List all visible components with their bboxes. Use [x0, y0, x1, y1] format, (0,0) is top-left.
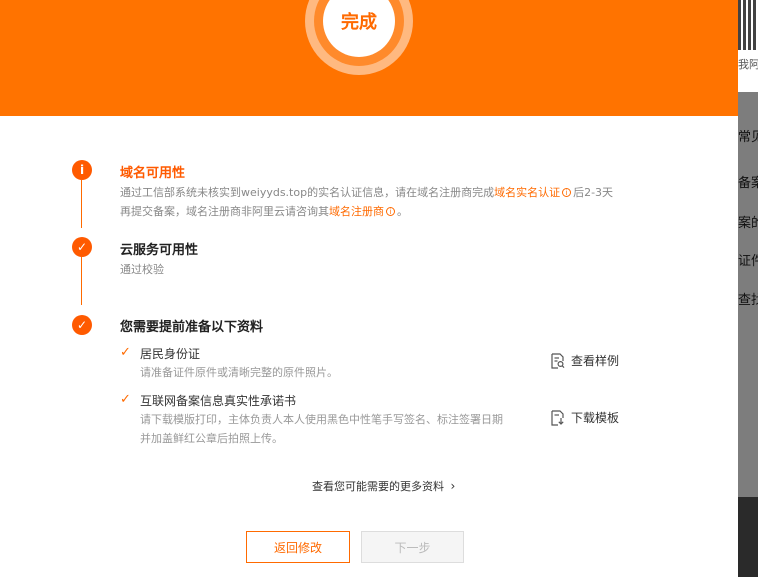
info-icon: i	[386, 207, 395, 216]
background-item: 证件	[738, 254, 758, 269]
step-connector	[81, 257, 82, 305]
check-icon: ✓	[72, 315, 92, 335]
real-name-link[interactable]: 域名实名认证	[494, 186, 560, 199]
next-step-button[interactable]: 下一步	[361, 531, 464, 563]
material-title: 居民身份证	[140, 347, 201, 361]
step-description: 通过工信部系统未核实到weiyyds.top的实名认证信息，请在域名注册商完成域…	[120, 186, 614, 218]
material-description: 请下载模版打印，主体负责人本人使用黑色中性笔手写签名、标注签署日期 并加盖鲜红公…	[140, 413, 503, 445]
background-footer	[738, 497, 758, 577]
view-sample-label: 查看样例	[571, 354, 620, 368]
document-search-icon	[551, 352, 565, 369]
background-panel: 我阿里 常见 备案 案的 证件 查找	[738, 0, 758, 577]
background-caption: 我阿里	[738, 58, 758, 71]
download-template-button[interactable]: 下载模板	[550, 409, 619, 426]
info-icon: i	[562, 188, 572, 197]
download-template-label: 下载模板	[571, 411, 620, 425]
material-description: 请准备证件原件或清晰完整的原件照片。	[140, 366, 338, 379]
step-title: 域名可用性	[120, 166, 186, 181]
check-icon: ✓	[120, 345, 131, 360]
background-item: 常见	[738, 130, 758, 145]
material-title: 互联网备案信息真实性承诺书	[140, 394, 297, 408]
info-icon: i	[72, 160, 92, 180]
more-materials-link[interactable]: 查看您可能需要的更多资料 ›	[312, 478, 455, 494]
step-connector	[81, 180, 82, 228]
filing-check-modal: 完成 i 域名可用性 通过工信部系统未核实到weiyyds.top的实名认证信息…	[0, 0, 738, 577]
chevron-right-icon: ›	[450, 479, 456, 493]
background-item: 查找	[738, 293, 758, 308]
qr-code-image	[738, 0, 758, 50]
step-title: 云服务可用性	[120, 243, 199, 258]
step-description: 通过校验	[120, 263, 164, 276]
document-download-icon	[551, 409, 564, 426]
background-item: 备案	[738, 176, 758, 191]
check-icon: ✓	[72, 237, 92, 257]
step-title: 您需要提前准备以下资料	[120, 320, 264, 335]
view-sample-button[interactable]: 查看样例	[550, 352, 619, 369]
background-item: 案的	[738, 216, 758, 231]
check-icon: ✓	[120, 392, 131, 407]
back-edit-button[interactable]: 返回修改	[246, 531, 350, 563]
registrar-link[interactable]: 域名注册商	[329, 205, 384, 218]
